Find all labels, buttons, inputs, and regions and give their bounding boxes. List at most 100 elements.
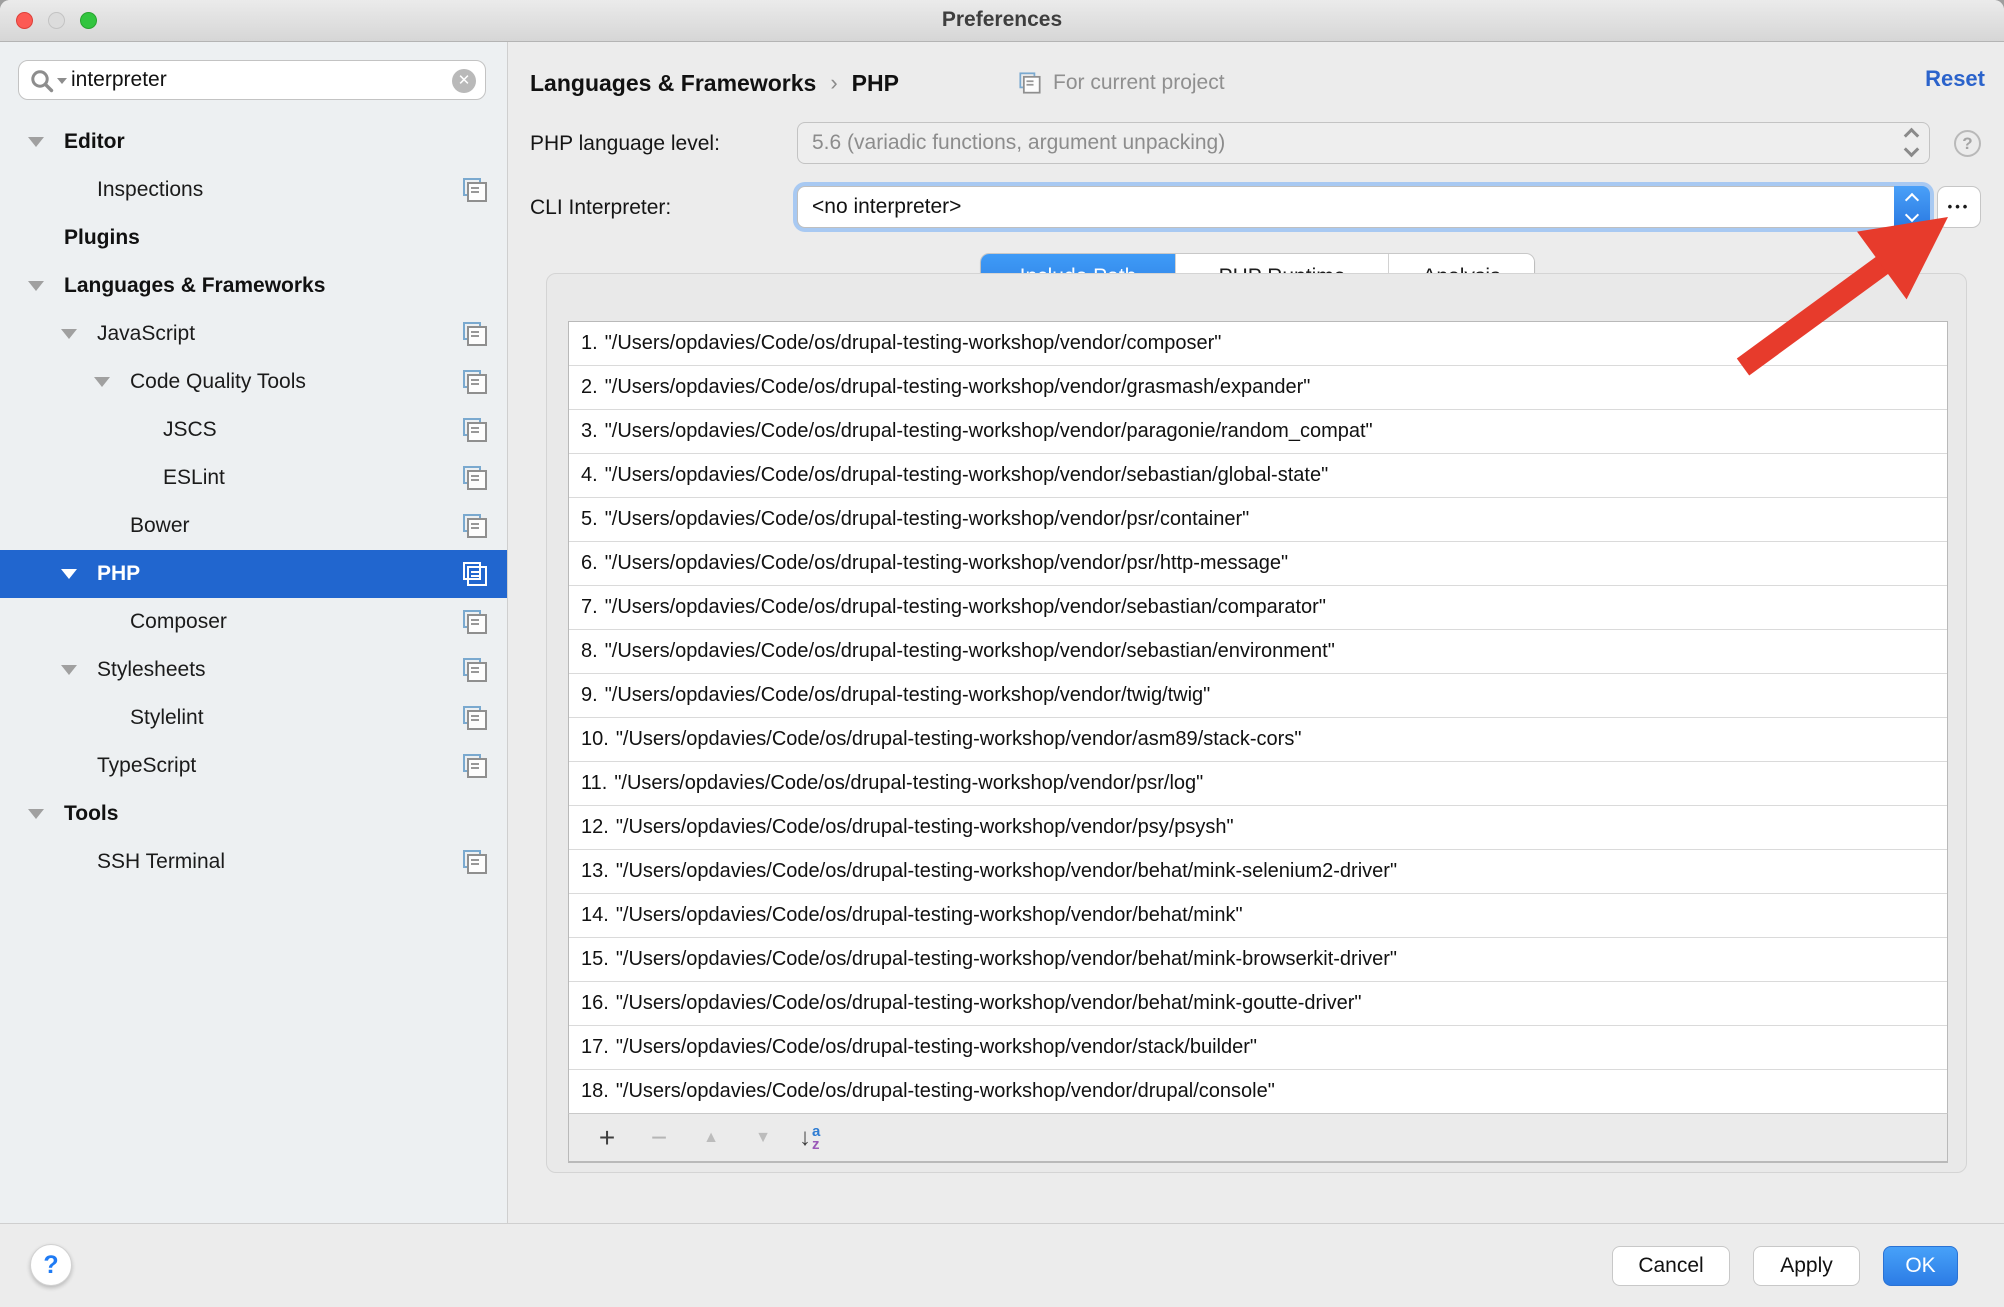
include-path-row[interactable]: 4."/Users/opdavies/Code/os/drupal-testin… — [569, 454, 1947, 498]
sidebar-item-label: JSCS — [163, 418, 217, 441]
search-input[interactable] — [71, 63, 431, 97]
shared-settings-icon — [462, 657, 488, 683]
row-number: 3. — [581, 420, 598, 442]
include-path-row[interactable]: 16."/Users/opdavies/Code/os/drupal-testi… — [569, 982, 1947, 1026]
include-path-row[interactable]: 2."/Users/opdavies/Code/os/drupal-testin… — [569, 366, 1947, 410]
stepper-chevrons-icon[interactable] — [1894, 186, 1930, 228]
add-path-button[interactable]: + — [581, 1122, 633, 1154]
include-path-row[interactable]: 13."/Users/opdavies/Code/os/drupal-testi… — [569, 850, 1947, 894]
sidebar-item-editor[interactable]: Editor — [0, 118, 507, 166]
include-path-row[interactable]: 6."/Users/opdavies/Code/os/drupal-testin… — [569, 542, 1947, 586]
disclosure-triangle-icon[interactable] — [61, 329, 77, 339]
disclosure-triangle-icon[interactable] — [28, 809, 44, 819]
include-path-row[interactable]: 12."/Users/opdavies/Code/os/drupal-testi… — [569, 806, 1947, 850]
include-path-value: "/Users/opdavies/Code/os/drupal-testing-… — [605, 420, 1373, 442]
include-path-value: "/Users/opdavies/Code/os/drupal-testing-… — [616, 860, 1397, 882]
dialog-footer: ? Cancel Apply OK — [0, 1223, 2004, 1307]
sidebar-item-languages-frameworks[interactable]: Languages & Frameworks — [0, 262, 507, 310]
row-number: 12. — [581, 816, 609, 838]
move-down-button[interactable]: ▼ — [737, 1129, 789, 1147]
help-button[interactable]: ? — [30, 1244, 72, 1286]
sidebar-item-stylesheets[interactable]: Stylesheets — [0, 646, 507, 694]
include-path-row[interactable]: 8. "/Users/opdavies/Code/os/drupal-testin… — [569, 630, 1947, 674]
scope-indicator: For current project — [1017, 63, 1225, 103]
browse-interpreters-button[interactable]: ••• — [1937, 186, 1981, 228]
include-path-row[interactable]: 17. "/Users/opdavies/Code/os/drupal-testi… — [569, 1026, 1947, 1070]
include-path-value: "/Users/opdavies/Code/os/drupal-testing-… — [605, 552, 1288, 574]
sidebar-item-ssh-terminal[interactable]: SSH Terminal — [0, 838, 507, 886]
include-path-value: "/Users/opdavies/Code/os/drupal-testing-… — [605, 464, 1328, 486]
disclosure-triangle-icon[interactable] — [61, 665, 77, 675]
sidebar-item-typescript[interactable]: TypeScript — [0, 742, 507, 790]
disclosure-triangle-icon[interactable] — [94, 377, 110, 387]
row-number: 14. — [581, 904, 609, 926]
row-number: 18. — [581, 1080, 609, 1102]
row-number: 10. — [581, 728, 609, 750]
shared-settings-icon — [462, 705, 488, 731]
stepper-chevrons-icon[interactable] — [1906, 130, 1917, 155]
sidebar-item-label: ESLint — [163, 466, 225, 489]
sidebar-item-inspections[interactable]: Inspections — [0, 166, 507, 214]
include-path-row[interactable]: 7."/Users/opdavies/Code/os/drupal-testin… — [569, 586, 1947, 630]
row-number: 8. — [581, 640, 598, 662]
include-path-row[interactable]: 14."/Users/opdavies/Code/os/drupal-testi… — [569, 894, 1947, 938]
sidebar-item-eslint[interactable]: ESLint — [0, 454, 507, 502]
sidebar-item-label: Inspections — [97, 178, 203, 201]
include-path-value: "/Users/opdavies/Code/os/drupal-testing-… — [616, 1080, 1275, 1102]
reset-link[interactable]: Reset — [1925, 66, 1985, 92]
include-path-row[interactable]: 11."/Users/opdavies/Code/os/drupal-testi… — [569, 762, 1947, 806]
include-path-row[interactable]: 9."/Users/opdavies/Code/os/drupal-testin… — [569, 674, 1947, 718]
row-number: 2. — [581, 376, 598, 398]
row-number: 15. — [581, 948, 609, 970]
language-level-label: PHP language level: — [530, 132, 720, 156]
sidebar-item-label: SSH Terminal — [97, 850, 225, 873]
sidebar-item-plugins[interactable]: Plugins — [0, 214, 507, 262]
sidebar-item-bower[interactable]: Bower — [0, 502, 507, 550]
disclosure-triangle-icon[interactable] — [28, 137, 44, 147]
include-path-row[interactable]: 10."/Users/opdavies/Code/os/drupal-testi… — [569, 718, 1947, 762]
sidebar-item-label: Code Quality Tools — [130, 370, 306, 393]
shared-settings-icon — [462, 321, 488, 347]
language-level-help-icon[interactable]: ? — [1954, 130, 1981, 157]
include-path-row[interactable]: 1."/Users/opdavies/Code/os/drupal-testin… — [569, 322, 1947, 366]
shared-settings-icon — [462, 513, 488, 539]
include-path-row[interactable]: 18. "/Users/opdavies/Code/os/drupal-testi… — [569, 1070, 1947, 1114]
disclosure-triangle-icon[interactable] — [61, 569, 77, 579]
sidebar-item-jscs[interactable]: JSCS — [0, 406, 507, 454]
cancel-button[interactable]: Cancel — [1612, 1246, 1730, 1286]
sidebar-item-label: JavaScript — [97, 322, 195, 345]
disclosure-triangle-icon[interactable] — [28, 281, 44, 291]
sidebar-item-stylelint[interactable]: Stylelint — [0, 694, 507, 742]
breadcrumb-separator-icon: › — [830, 70, 837, 96]
sidebar-item-tools[interactable]: Tools — [0, 790, 507, 838]
sidebar-item-javascript[interactable]: JavaScript — [0, 310, 507, 358]
sidebar-item-code-quality-tools[interactable]: Code Quality Tools — [0, 358, 507, 406]
sidebar-item-label: Plugins — [64, 226, 140, 249]
language-level-select[interactable]: 5.6 (variadic functions, argument unpack… — [797, 122, 1930, 164]
sidebar-item-composer[interactable]: Composer — [0, 598, 507, 646]
include-path-row[interactable]: 5. "/Users/opdavies/Code/os/drupal-testin… — [569, 498, 1947, 542]
row-number: 17. — [581, 1036, 609, 1058]
search-options-chevron-icon[interactable] — [57, 78, 67, 84]
sidebar-tree: Editor Inspections Plugins Languages & Fram… — [0, 118, 507, 886]
search-field[interactable]: ✕ — [18, 60, 486, 100]
breadcrumb-current: PHP — [852, 70, 899, 97]
include-path-value: "/Users/opdavies/Code/os/drupal-testing-… — [616, 992, 1362, 1014]
clear-search-icon[interactable]: ✕ — [452, 69, 476, 93]
include-path-value: "/Users/opdavies/Code/os/drupal-testing-… — [605, 640, 1335, 662]
cli-interpreter-select[interactable]: <no interpreter> — [797, 186, 1930, 228]
include-path-value: "/Users/opdavies/Code/os/drupal-testing-… — [616, 1036, 1257, 1058]
include-path-value: "/Users/opdavies/Code/os/drupal-testing-… — [614, 772, 1203, 794]
row-number: 5. — [581, 508, 598, 530]
sidebar-item-php[interactable]: PHP — [0, 550, 507, 598]
include-path-row[interactable]: 3. "/Users/opdavies/Code/os/drupal-testin… — [569, 410, 1947, 454]
move-up-button[interactable]: ▲ — [685, 1129, 737, 1147]
apply-button[interactable]: Apply — [1753, 1246, 1860, 1286]
shared-settings-icon — [462, 177, 488, 203]
sort-alphabetically-button[interactable]: ↓ a z — [799, 1124, 820, 1152]
settings-content: Languages & Frameworks › PHP For current… — [508, 42, 2004, 1223]
remove-path-button[interactable]: − — [633, 1122, 685, 1154]
include-path-value: "/Users/opdavies/Code/os/drupal-testing-… — [605, 508, 1250, 530]
ok-button[interactable]: OK — [1883, 1246, 1958, 1286]
include-path-row[interactable]: 15."/Users/opdavies/Code/os/drupal-testi… — [569, 938, 1947, 982]
